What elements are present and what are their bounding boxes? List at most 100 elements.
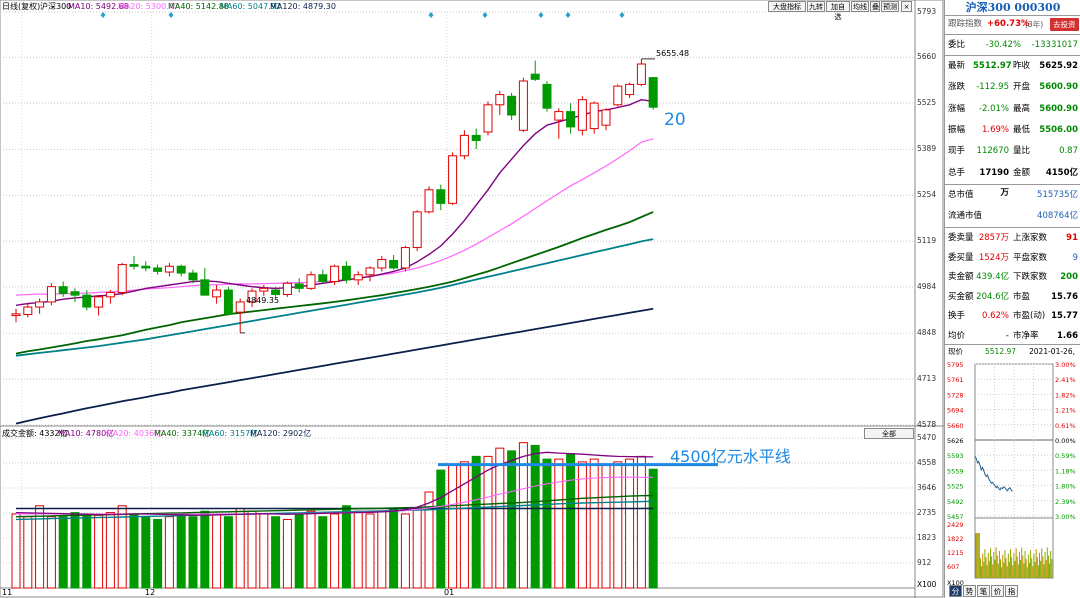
candle-body-down bbox=[129, 264, 139, 267]
market-indicator-button[interactable]: 大盘指标 bbox=[768, 1, 806, 12]
volume-bar-down bbox=[341, 505, 351, 589]
volume-bar-down bbox=[153, 518, 163, 589]
volume-bar-down bbox=[648, 468, 658, 589]
chart-mode-label: 日线(复权) bbox=[2, 2, 41, 11]
volume-bar-up bbox=[212, 513, 222, 589]
quote-panel: 沪深300 000300 跟踪指数 +60.73% (3年) 去投资 委比 -30… bbox=[944, 0, 1080, 598]
candle-body-down bbox=[153, 267, 163, 272]
candle-body-up bbox=[117, 264, 127, 293]
volume-tick-label: 1823 bbox=[917, 533, 937, 542]
price-tick-label: 5389 bbox=[917, 144, 937, 154]
candle-body-up bbox=[46, 286, 56, 303]
volume-tick-label: 3646 bbox=[917, 483, 937, 493]
mini-tab-3[interactable]: 价 bbox=[991, 585, 1004, 597]
tracking-index-row: 跟踪指数 +60.73% (3年) 去投资 bbox=[945, 15, 1080, 34]
candle-body-down bbox=[188, 272, 198, 281]
volume-bar-down bbox=[471, 455, 481, 589]
mini-left-tick: 5795 bbox=[947, 362, 964, 369]
mini-tab-1[interactable]: 势 bbox=[963, 585, 976, 597]
volume-bar-down bbox=[389, 507, 399, 589]
mini-vol-tick: 1822 bbox=[947, 535, 964, 543]
price-tick-label: 5660 bbox=[917, 52, 937, 62]
mini-left-tick: 5593 bbox=[947, 452, 964, 460]
candle-body-up bbox=[601, 109, 611, 126]
candle-body-down bbox=[507, 95, 517, 116]
ma20-annotation: 20 bbox=[664, 110, 686, 130]
volume-bar-up bbox=[625, 458, 635, 589]
mini-tab-0[interactable]: 分 bbox=[949, 585, 962, 597]
mini-right-tick: 2.41% bbox=[1055, 376, 1076, 384]
mini-right-tick: 2.39% bbox=[1055, 498, 1076, 506]
close-icon[interactable]: × bbox=[901, 1, 912, 12]
volume-bar-up bbox=[483, 455, 493, 589]
candle-body-up bbox=[282, 282, 292, 295]
mini-chart-header: 现价 5512.97 2021-01-26,二 bbox=[948, 347, 1075, 372]
volume-tick-label: 4558 bbox=[917, 458, 937, 467]
mini-left-tick: 5761 bbox=[947, 376, 964, 384]
candle-body-up bbox=[636, 63, 646, 85]
low-price-annotation: 4849.35 bbox=[246, 296, 280, 305]
forecast-button[interactable]: 预测 bbox=[881, 1, 899, 12]
mini-chart-tabs: 分势笔价指 bbox=[945, 585, 1080, 598]
vol-ma120-legend: MA120: 2902亿 bbox=[250, 429, 312, 438]
mini-chart-frame bbox=[974, 363, 1054, 579]
candle-body-down bbox=[223, 289, 233, 315]
volume-bar-down bbox=[188, 516, 198, 589]
nine-turn-button[interactable]: 九转 bbox=[807, 1, 825, 12]
volume-bar-up bbox=[412, 507, 422, 589]
candle-body-up bbox=[11, 313, 21, 317]
candle-body-down bbox=[542, 83, 552, 109]
volume-bar-up bbox=[377, 510, 387, 589]
mini-right-tick: 3.00% bbox=[1055, 513, 1076, 521]
candle-body-up bbox=[554, 111, 564, 121]
candle-body-up bbox=[164, 265, 174, 273]
mini-right-tick: 1.21% bbox=[1055, 407, 1076, 415]
candle-body-up bbox=[448, 155, 458, 204]
market-cap-row: 总市值 515735亿 bbox=[948, 190, 1078, 200]
intraday-mini-chart[interactable]: 5795 3.00% 5761 2.41% 5728 1.82% 5694 1.21% 5660… bbox=[945, 362, 1080, 592]
volume-tick-label: 2735 bbox=[917, 508, 937, 517]
add-watchlist-button[interactable]: 加自选 bbox=[826, 1, 850, 21]
candle-body-up bbox=[330, 265, 340, 283]
candle-body-up bbox=[94, 296, 104, 308]
candle-body-down bbox=[82, 294, 92, 308]
candle-body-up bbox=[424, 189, 434, 213]
mini-right-tick: 1.18% bbox=[1055, 467, 1076, 475]
volume-bar-up bbox=[554, 458, 564, 589]
price-tick-label: 4848 bbox=[917, 328, 937, 338]
candle-body-down bbox=[271, 289, 281, 295]
volume-bar-down bbox=[58, 516, 68, 589]
high-price-annotation: 5655.48 bbox=[656, 49, 690, 58]
price-tick-label: 4713 bbox=[917, 374, 937, 384]
price-chart[interactable] bbox=[0, 0, 944, 598]
volume-bar-down bbox=[176, 513, 186, 589]
volume-bar-down bbox=[294, 513, 304, 589]
volume-bar-up bbox=[11, 513, 21, 589]
overlay-button[interactable]: 叠 bbox=[870, 1, 880, 12]
candle-body-up bbox=[518, 80, 528, 131]
ma-button[interactable]: 均线 bbox=[851, 1, 869, 12]
volume-bar-down bbox=[542, 458, 552, 589]
event-marker-icon bbox=[538, 12, 544, 18]
invest-button[interactable]: 去投资 bbox=[1050, 18, 1079, 31]
volume-bar-up bbox=[353, 510, 363, 589]
breadth-row: 委卖量 2857万 上涨家数 91 bbox=[948, 233, 1078, 243]
candle-body-up bbox=[589, 102, 599, 130]
mini-left-tick: 5694 bbox=[947, 407, 964, 415]
mini-tab-2[interactable]: 笔 bbox=[977, 585, 990, 597]
price-tick-label: 5119 bbox=[917, 236, 937, 246]
mini-right-tick: 3.00% bbox=[1055, 362, 1076, 369]
mini-tab-4[interactable]: 指 bbox=[1005, 585, 1018, 597]
candle-body-up bbox=[35, 301, 45, 308]
volume-bar-up bbox=[282, 518, 292, 589]
candle-body-down bbox=[530, 73, 540, 80]
mini-right-tick: 1.80% bbox=[1055, 483, 1076, 491]
candle-body-down bbox=[566, 111, 576, 128]
ma60-line bbox=[15, 238, 654, 357]
volume-bar-up bbox=[46, 516, 56, 589]
candle-body-up bbox=[459, 134, 469, 157]
volume-bar-up bbox=[459, 461, 469, 589]
volume-bar-up bbox=[117, 505, 127, 589]
all-button[interactable]: 全部 bbox=[864, 428, 914, 439]
volume-bar-up bbox=[306, 510, 316, 589]
